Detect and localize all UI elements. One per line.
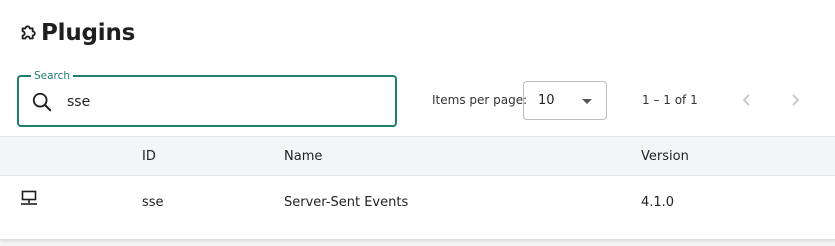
chevron-right-icon[interactable] (787, 91, 803, 109)
column-header-name[interactable]: Name (284, 149, 322, 164)
column-header-id[interactable]: ID (142, 149, 156, 164)
plugins-card: Plugins Search Items per page: 10 1 – 1 … (0, 0, 835, 240)
cell-name: Server-Sent Events (284, 195, 409, 210)
pagination-range: 1 – 1 of 1 (642, 93, 698, 107)
items-per-page-select[interactable]: 10 (523, 81, 607, 120)
items-per-page-value: 10 (538, 93, 555, 108)
page-title: Plugins (41, 20, 136, 46)
cell-version: 4.1.0 (641, 195, 675, 210)
chevron-down-icon (582, 99, 592, 104)
search-field[interactable]: Search (17, 69, 397, 127)
search-icon (32, 92, 52, 112)
cell-id: sse (142, 195, 164, 210)
table-row[interactable]: sse Server-Sent Events 4.1.0 (0, 176, 835, 228)
puzzle-icon (21, 25, 36, 40)
items-per-page-label: Items per page: (432, 93, 528, 107)
table-header: ID Name Version (0, 136, 835, 176)
plugin-type-icon (21, 190, 37, 205)
search-input[interactable] (67, 89, 377, 115)
page-header: Plugins (18, 20, 135, 46)
chevron-left-icon[interactable] (739, 91, 755, 109)
column-header-version[interactable]: Version (641, 149, 689, 164)
search-label: Search (31, 69, 74, 83)
